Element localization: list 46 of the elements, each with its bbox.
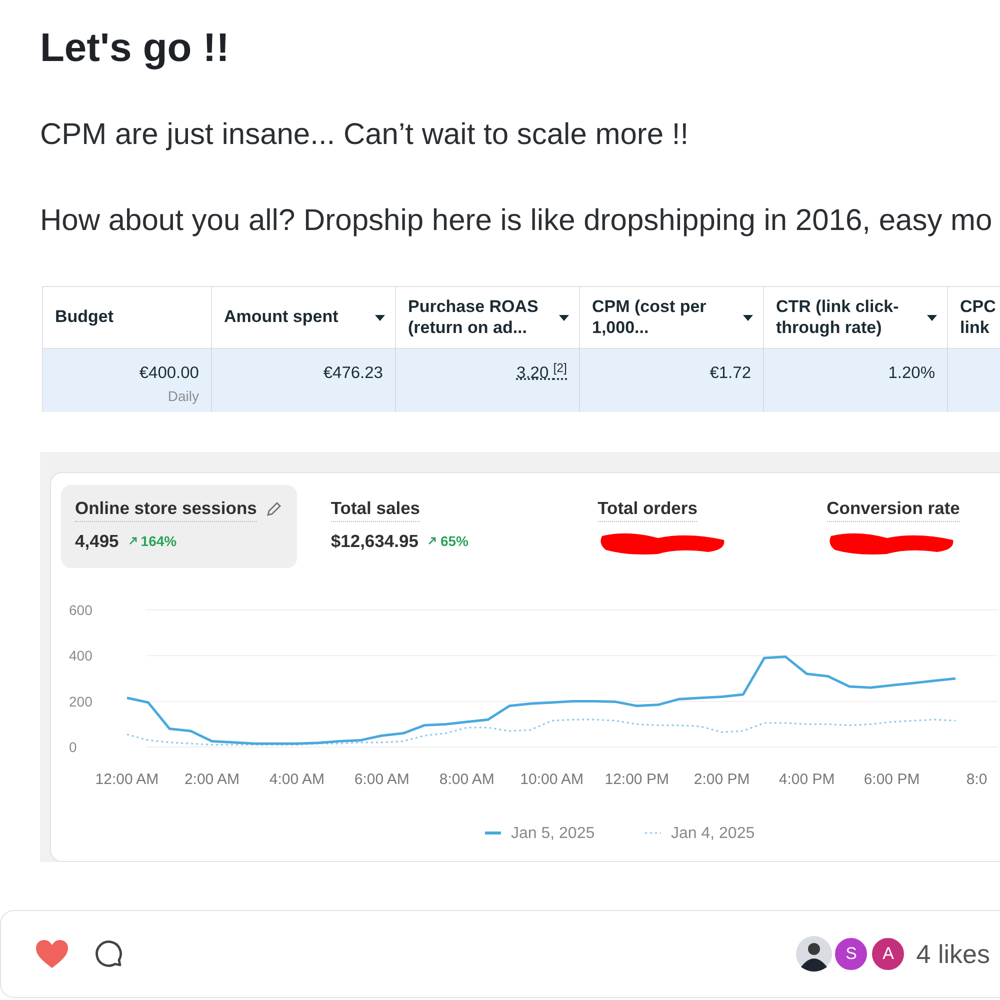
- axis-label: 0: [69, 739, 77, 756]
- legend-label: Jan 4, 2025: [671, 825, 755, 842]
- table-cell: €1.72: [580, 349, 764, 412]
- legend-swatch: [485, 832, 501, 835]
- metric-tile[interactable]: Conversion rate: [786, 485, 1000, 568]
- trend-up-icon: [428, 537, 436, 546]
- axis-label: 8:0: [966, 771, 988, 788]
- post-title: Let's go !!: [40, 25, 230, 72]
- table-cell: €476.23: [212, 349, 396, 412]
- axis-label: 10:00 AM: [520, 771, 584, 788]
- table-cell: 1.20%: [764, 349, 948, 412]
- pencil-icon[interactable]: [264, 500, 283, 518]
- caret-icon[interactable]: [927, 314, 937, 320]
- axis-label: 2:00 AM: [184, 771, 240, 788]
- likes-count[interactable]: 4 likes: [916, 934, 990, 974]
- caret-icon[interactable]: [743, 314, 753, 320]
- axis-label: 8:00 AM: [439, 771, 494, 788]
- post-text: How about you all? Dropship here is like dropshipping in 2016, easy mo: [40, 203, 994, 239]
- caret-icon[interactable]: [375, 314, 385, 320]
- axis-label: 4:00 PM: [778, 771, 835, 788]
- change-percent: 164%: [140, 532, 177, 551]
- axis-label: 2:00 PM: [694, 771, 750, 788]
- avatar[interactable]: A: [870, 936, 906, 972]
- legend-label: Jan 5, 2025: [511, 825, 595, 842]
- axis-label: 600: [69, 602, 92, 618]
- avatar[interactable]: S: [833, 936, 870, 972]
- trend-up-icon: [128, 537, 137, 546]
- axis-label: 200: [69, 694, 92, 710]
- axis-label: 400: [69, 648, 92, 664]
- axis-label: 12:00 AM: [95, 771, 159, 788]
- axis-label: 12:00 PM: [604, 771, 669, 788]
- post-text: CPM are just insane... Can’t wait to scale more !!: [40, 117, 690, 153]
- comment-icon[interactable]: [93, 938, 125, 970]
- metric-tile[interactable]: Total sales $12,634.95 65%: [316, 485, 538, 568]
- axis-label: 4:00 AM: [269, 771, 324, 788]
- legend-swatch: [645, 832, 661, 834]
- axis-label: 6:00 PM: [864, 771, 920, 788]
- change-percent: 65%: [440, 532, 468, 551]
- metric-tile[interactable]: Online store sessions 4,495 164%: [61, 485, 297, 568]
- table-cell: €400.00 Daily: [43, 349, 212, 412]
- caret-icon[interactable]: [559, 314, 569, 320]
- axis-label: 6:00 AM: [354, 771, 410, 788]
- table-cell: 3.20 $^{[2]}$: [396, 349, 580, 412]
- metric-tile[interactable]: Total orders: [558, 485, 767, 568]
- heart-icon[interactable]: [35, 939, 69, 969]
- avatar[interactable]: [796, 936, 832, 972]
